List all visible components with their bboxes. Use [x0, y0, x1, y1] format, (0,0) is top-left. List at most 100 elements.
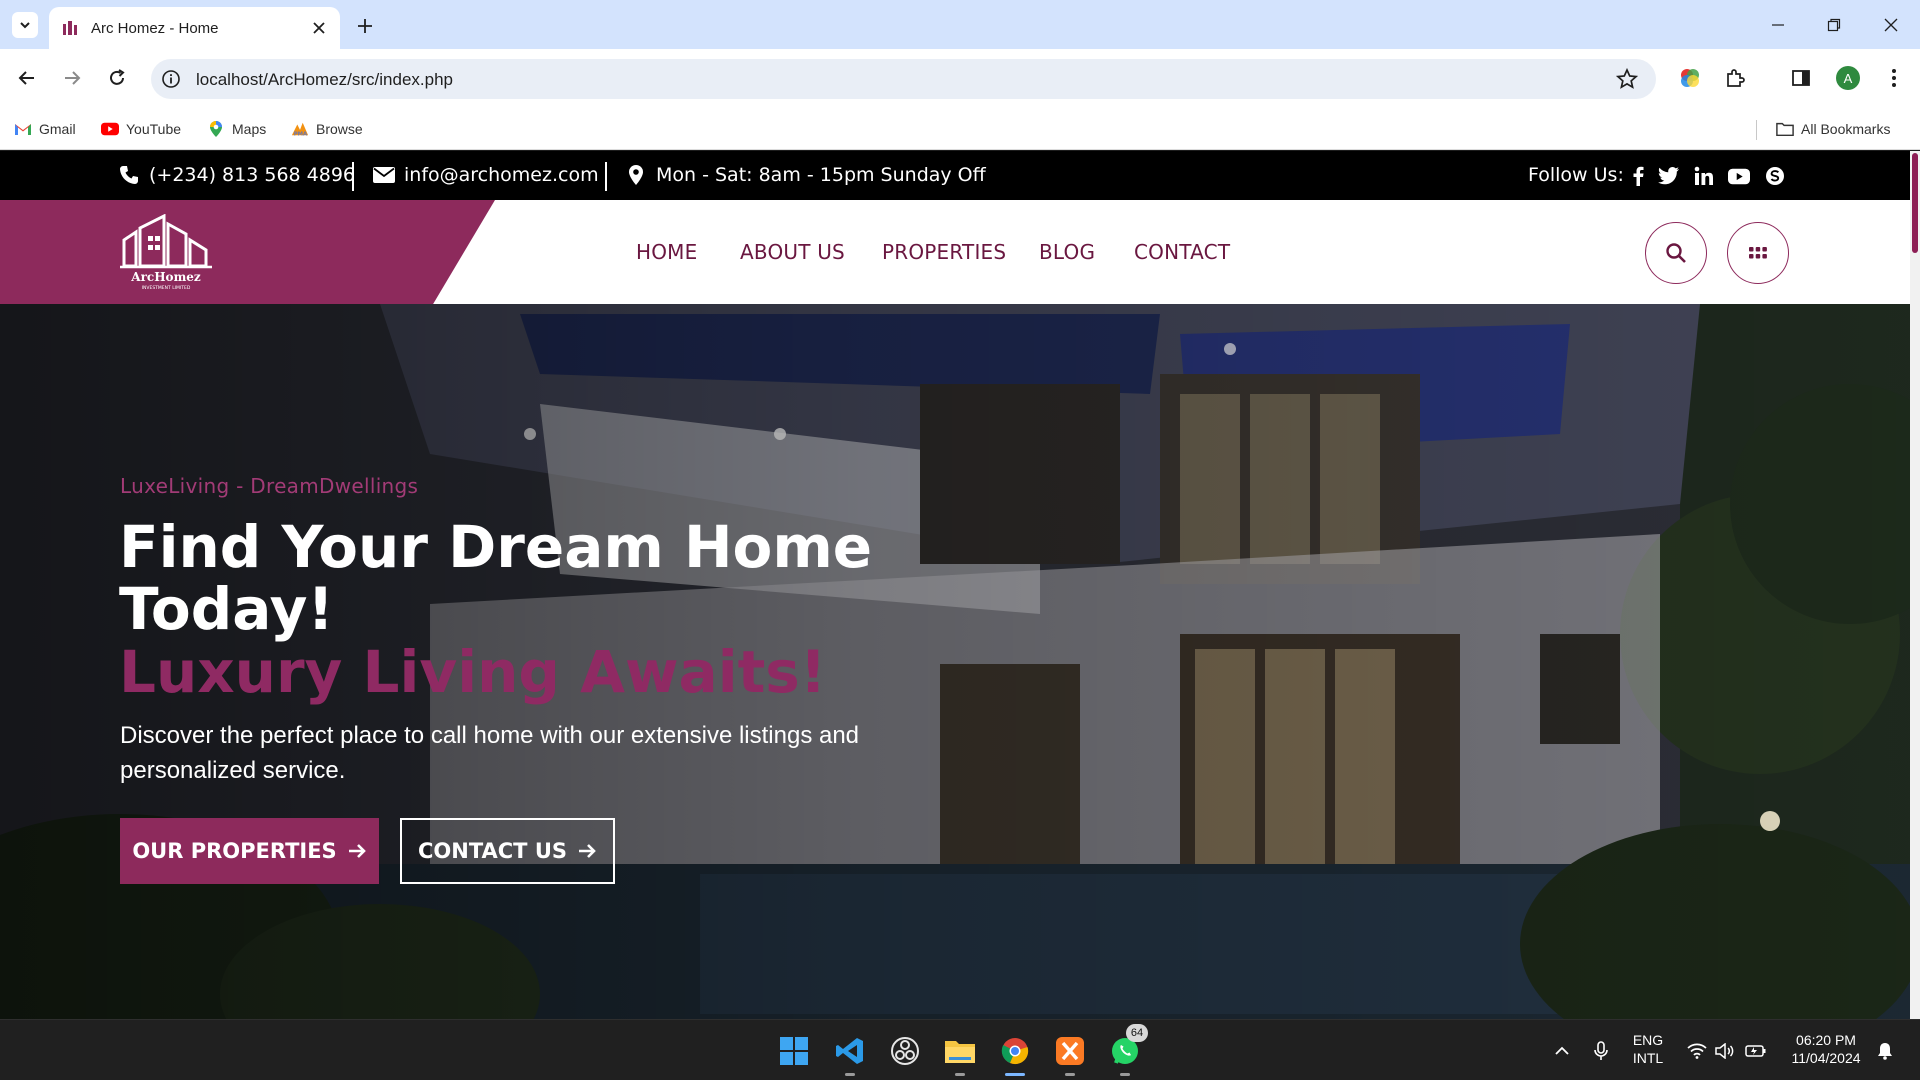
hours-text: Mon - Sat: 8am - 15pm Sunday Off	[656, 164, 986, 186]
bookmark-youtube[interactable]: YouTube	[101, 118, 181, 140]
tab-search-button[interactable]	[12, 12, 38, 38]
bookmark-separator	[1756, 120, 1757, 140]
microphone-icon	[1594, 1041, 1608, 1060]
envelope-icon	[373, 164, 395, 186]
contact-topbar: (+234) 813 568 4896 info@archomez.com Mo…	[0, 151, 1910, 200]
taskbar-xampp[interactable]	[1051, 1032, 1089, 1070]
phone-icon	[118, 164, 140, 186]
side-panel-icon	[1792, 70, 1810, 86]
topbar-phone[interactable]: (+234) 813 568 4896	[118, 164, 355, 186]
menu-grid-button[interactable]	[1727, 222, 1789, 284]
folder-icon	[1776, 120, 1794, 138]
all-bookmarks-button[interactable]: All Bookmarks	[1776, 118, 1890, 140]
input-language[interactable]: ENG INTL	[1624, 1031, 1672, 1067]
bookmark-label: YouTube	[126, 121, 182, 137]
active-tab[interactable]: Arc Homez - Home	[49, 7, 340, 49]
bell-icon	[1878, 1043, 1892, 1060]
forward-button[interactable]	[59, 65, 85, 91]
archomez-logo[interactable]: ArcHomez INVESTMENT LIMITED	[120, 214, 212, 292]
maps-icon	[207, 120, 225, 138]
wifi-icon[interactable]	[1686, 1040, 1708, 1062]
our-properties-button[interactable]: OUR PROPERTIES	[120, 818, 379, 884]
new-tab-button[interactable]	[352, 13, 378, 39]
site-info-icon[interactable]	[161, 69, 181, 89]
side-panel-button[interactable]	[1786, 63, 1816, 93]
windows-taskbar: 64 ENG INTL 06:20 PM 11/04/2024	[0, 1019, 1920, 1080]
clock-time: 06:20 PM	[1796, 1032, 1856, 1048]
notifications-button[interactable]	[1874, 1040, 1896, 1062]
minimize-icon	[1772, 24, 1784, 26]
reload-icon	[110, 69, 125, 85]
profile-button[interactable]: A	[1833, 63, 1863, 93]
bookmark-label: Browse	[316, 121, 363, 137]
nav-about-us[interactable]: ABOUT US	[740, 240, 845, 264]
follow-us-label: Follow Us:	[1528, 164, 1624, 186]
arrow-right-icon	[579, 844, 596, 858]
logo-text: ArcHomez	[130, 270, 201, 284]
twitter-icon[interactable]	[1658, 165, 1680, 187]
vscode-icon	[836, 1038, 863, 1064]
volume-icon[interactable]	[1714, 1040, 1736, 1062]
extensions-button[interactable]	[1720, 63, 1750, 93]
search-icon	[1666, 243, 1686, 263]
browser-tabbar: Arc Homez - Home	[0, 0, 1920, 49]
clock[interactable]: 06:20 PM 11/04/2024	[1778, 1031, 1874, 1067]
hero-section: LuxeLiving - DreamDwellings Find Your Dr…	[0, 304, 1910, 1019]
page-scrollbar[interactable]	[1910, 151, 1920, 1019]
hero-description: Discover the perfect place to call home …	[120, 722, 860, 784]
taskbar-obs[interactable]	[886, 1032, 924, 1070]
chevron-down-icon	[20, 22, 30, 29]
address-bar[interactable]: localhost/ArcHomez/src/index.php	[151, 59, 1656, 99]
taskbar-vscode[interactable]	[831, 1032, 869, 1070]
bookmark-label: Gmail	[39, 121, 76, 137]
topbar-divider	[352, 162, 354, 191]
running-indicator	[1120, 1073, 1130, 1076]
webpage: (+234) 813 568 4896 info@archomez.com Mo…	[0, 151, 1910, 1019]
reload-button[interactable]	[104, 65, 130, 91]
nav-blog[interactable]: BLOG	[1039, 240, 1095, 264]
bookmark-maps[interactable]: Maps	[207, 118, 266, 140]
hero-eyebrow: LuxeLiving - DreamDwellings	[120, 474, 419, 498]
clock-date: 11/04/2024	[1791, 1050, 1861, 1066]
hero-title-line1: Find Your Dream Home	[119, 513, 873, 581]
whatsapp-badge: 64	[1126, 1024, 1148, 1042]
menu-button[interactable]	[1879, 63, 1909, 93]
nav-home[interactable]: HOME	[636, 240, 697, 264]
close-window-button[interactable]	[1876, 12, 1906, 38]
bookmark-star-icon[interactable]	[1616, 68, 1638, 90]
youtube-icon[interactable]	[1728, 165, 1750, 187]
bookmark-browse[interactable]: PMA Browse	[291, 118, 363, 140]
color-extension-button[interactable]	[1675, 63, 1705, 93]
battery-icon[interactable]	[1745, 1040, 1767, 1062]
topbar-hours: Mon - Sat: 8am - 15pm Sunday Off	[625, 164, 986, 186]
url-text[interactable]: localhost/ArcHomez/src/index.php	[196, 70, 453, 90]
start-button[interactable]	[775, 1032, 813, 1070]
restore-icon	[1827, 18, 1841, 32]
search-button[interactable]	[1645, 222, 1707, 284]
hero-title: Find Your Dream Home Today!	[119, 516, 872, 640]
nav-contact[interactable]: CONTACT	[1134, 240, 1230, 264]
keyboard-layout: INTL	[1632, 1050, 1664, 1066]
close-tab-icon[interactable]	[310, 19, 328, 37]
bookmark-gmail[interactable]: Gmail	[14, 118, 76, 140]
microphone-button[interactable]	[1590, 1040, 1612, 1062]
taskbar-chrome[interactable]	[996, 1032, 1034, 1070]
scrollbar-thumb[interactable]	[1912, 153, 1918, 253]
color-wheel-icon	[1681, 69, 1699, 87]
nav-properties[interactable]: PROPERTIES	[882, 240, 1006, 264]
facebook-icon[interactable]	[1627, 165, 1649, 187]
arrow-right-icon	[348, 844, 366, 858]
contact-us-button[interactable]: CONTACT US	[400, 818, 615, 884]
minimize-button[interactable]	[1763, 12, 1793, 38]
linkedin-icon[interactable]	[1693, 165, 1715, 187]
location-pin-icon	[625, 164, 647, 186]
skype-icon[interactable]	[1764, 165, 1786, 187]
topbar-email[interactable]: info@archomez.com	[373, 164, 599, 186]
arrow-right-icon	[65, 71, 81, 85]
restore-button[interactable]	[1819, 12, 1849, 38]
folder-icon	[945, 1041, 975, 1063]
back-button[interactable]	[14, 65, 40, 91]
taskbar-file-explorer[interactable]	[941, 1032, 979, 1070]
gmail-icon	[14, 120, 32, 138]
show-hidden-icons-button[interactable]	[1551, 1040, 1573, 1062]
